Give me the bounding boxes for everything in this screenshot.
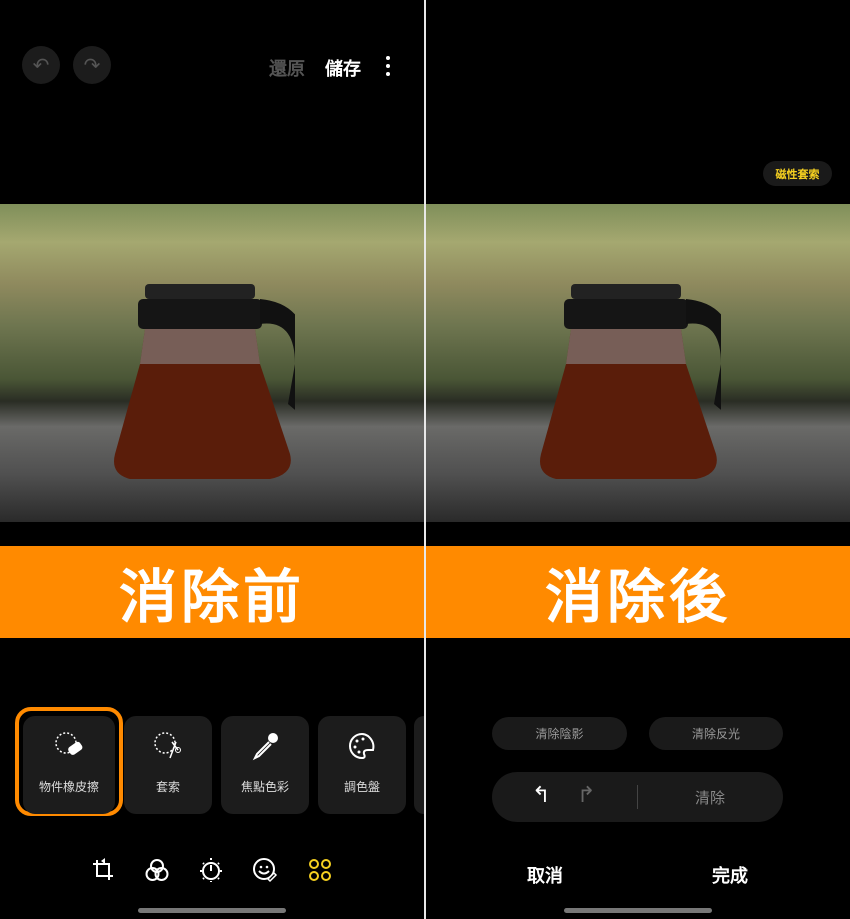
home-indicator[interactable] xyxy=(564,908,712,913)
object-eraser-icon xyxy=(55,732,83,755)
remove-reflection-button[interactable]: 清除反光 xyxy=(649,717,783,750)
save-button[interactable]: 儲存 xyxy=(325,55,361,81)
tool-label: 物件橡皮擦 xyxy=(38,780,99,794)
crop-rotate-icon[interactable] xyxy=(90,857,116,883)
photo-before xyxy=(0,204,424,522)
redo-button[interactable]: ↷ xyxy=(73,46,111,84)
tool-label: 調色盤 xyxy=(343,780,380,794)
separator xyxy=(637,785,638,809)
filters-icon[interactable] xyxy=(144,857,170,883)
more-vertical-icon[interactable] xyxy=(383,55,393,77)
more-tools-icon[interactable] xyxy=(307,857,333,883)
after-banner: 消除後 xyxy=(426,546,850,638)
tool-object-eraser[interactable]: 物件橡皮擦 xyxy=(23,716,115,814)
sticker-icon[interactable] xyxy=(252,857,278,883)
photo-after xyxy=(426,204,850,522)
teapot-image xyxy=(114,284,295,479)
undo-icon[interactable]: ↰ xyxy=(532,783,550,808)
palette-icon xyxy=(349,732,375,760)
magnetic-lasso-button[interactable]: 磁性套索 xyxy=(763,161,832,186)
undo-icon: ↶ xyxy=(32,53,50,77)
redo-icon: ↷ xyxy=(83,53,101,77)
tool-label: 焦點色彩 xyxy=(240,780,289,794)
brightness-icon[interactable] xyxy=(198,857,224,883)
cancel-button[interactable]: 取消 xyxy=(527,862,563,888)
erase-button[interactable]: 清除 xyxy=(695,787,725,808)
done-button[interactable]: 完成 xyxy=(712,862,748,888)
redo-icon[interactable]: ↱ xyxy=(577,783,595,808)
tool-lasso[interactable]: 套索 xyxy=(124,716,212,814)
tool-label: 套索 xyxy=(155,780,180,794)
lasso-scissors-icon xyxy=(154,732,181,759)
undo-button[interactable]: ↶ xyxy=(22,46,60,84)
eyedropper-icon xyxy=(252,733,278,761)
tool-palette[interactable]: 調色盤 xyxy=(318,716,406,814)
tool-focus-color[interactable]: 焦點色彩 xyxy=(221,716,309,814)
remove-shadow-button[interactable]: 清除陰影 xyxy=(492,717,627,750)
tool-partial[interactable] xyxy=(414,716,424,814)
erase-control-bar: ↰ ↱ 清除 xyxy=(492,772,783,822)
revert-button[interactable]: 還原 xyxy=(269,55,305,81)
home-indicator[interactable] xyxy=(138,908,286,913)
teapot-image xyxy=(540,284,721,479)
before-banner: 消除前 xyxy=(0,546,424,638)
